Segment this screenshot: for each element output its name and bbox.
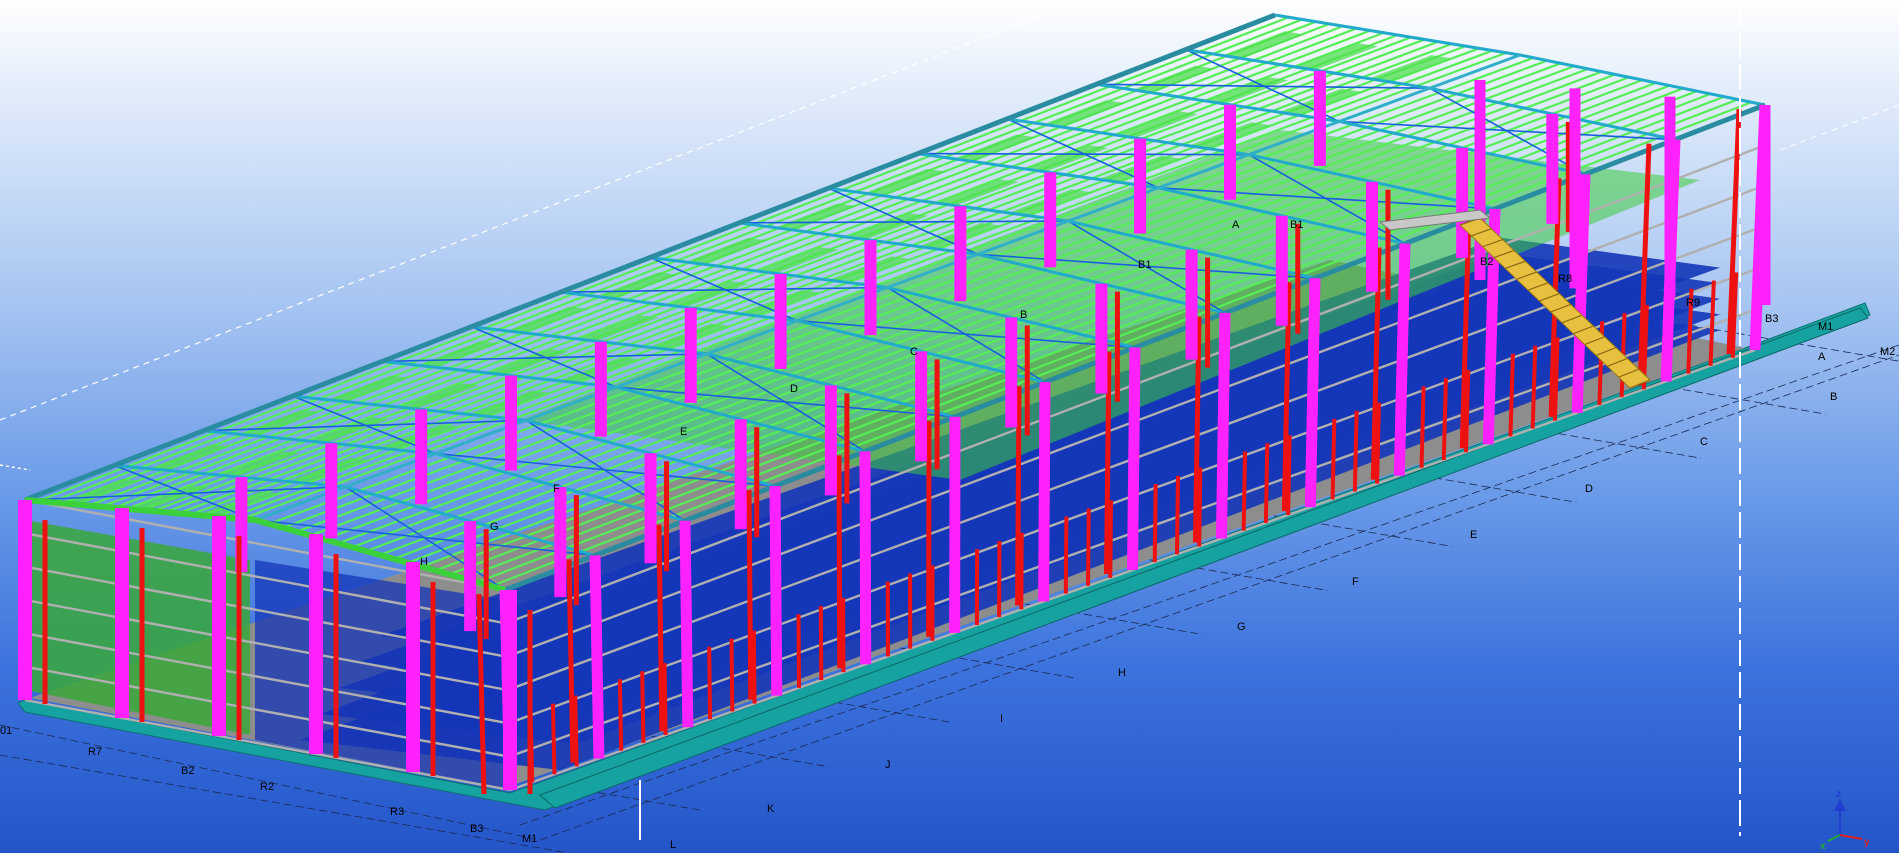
z-axis-label: z bbox=[1836, 789, 1841, 800]
grid-label-c: C bbox=[1700, 436, 1708, 448]
grid-label-b3: B3 bbox=[470, 823, 483, 835]
grid-label-interior: C bbox=[910, 346, 918, 358]
grid-label-interior: D bbox=[790, 383, 798, 395]
grid-label-a: A bbox=[1818, 351, 1826, 363]
wall-post bbox=[1197, 467, 1203, 547]
side-column bbox=[1038, 382, 1051, 602]
wall-post bbox=[1508, 353, 1515, 437]
side-column-flange bbox=[746, 490, 754, 700]
side-column-flange bbox=[836, 455, 843, 669]
wall-post bbox=[1108, 500, 1114, 578]
3d-model-view[interactable]: A B C D E F G H I J K L M1 M2 R7 B2 R2 R3 B3 M1 B1 R8 R9 B2 B3 01… bbox=[0, 0, 1899, 853]
axis-triad[interactable]: z x y bbox=[1820, 789, 1870, 852]
grid-label-h: H bbox=[1118, 667, 1126, 679]
grid-label-r9: R9 bbox=[1686, 297, 1700, 309]
grid-label-interior: H bbox=[420, 556, 428, 568]
grid-label-b2: B2 bbox=[181, 765, 194, 777]
side-column bbox=[1304, 278, 1321, 508]
wall-post bbox=[1419, 386, 1426, 468]
grid-label-r7: R7 bbox=[88, 746, 102, 758]
wall-post bbox=[1263, 443, 1270, 523]
wall-post bbox=[1286, 435, 1292, 516]
model-viewport[interactable]: A B C D E F G H I J K L M1 M2 R7 B2 R2 R3 B3 M1 B1 R8 R9 B2 B3 01… bbox=[0, 0, 1899, 853]
grid-label-l: L bbox=[670, 839, 676, 851]
grid-label-interior: G bbox=[490, 521, 499, 533]
grid-label-frame: 01 bbox=[0, 725, 12, 737]
grid-label-d: D bbox=[1585, 483, 1593, 495]
side-column-flange bbox=[1015, 386, 1022, 606]
y-axis bbox=[1839, 834, 1863, 840]
grid-label-r3: R3 bbox=[390, 806, 404, 818]
side-column-flange bbox=[656, 524, 665, 732]
wall-post bbox=[729, 638, 735, 712]
wall-post bbox=[707, 646, 713, 720]
grid-label-m1: M1 bbox=[522, 833, 537, 845]
wall-post bbox=[640, 671, 646, 743]
wall-post bbox=[1441, 378, 1448, 461]
wall-post bbox=[550, 703, 557, 775]
guide-line bbox=[1779, 104, 1899, 151]
grid-label-j: J bbox=[885, 759, 891, 771]
wall-post bbox=[1241, 451, 1248, 531]
wall-post bbox=[796, 614, 802, 688]
grid-label-g: G bbox=[1237, 621, 1246, 633]
wall-post bbox=[1174, 475, 1181, 555]
grid-label-m1: M1 bbox=[1818, 321, 1833, 333]
wall-post bbox=[1330, 418, 1337, 500]
y-axis-label: y bbox=[1864, 837, 1870, 848]
grid-label-i: I bbox=[1000, 713, 1003, 725]
grid-label-b3: B3 bbox=[1765, 313, 1778, 325]
wall-post bbox=[617, 679, 624, 751]
side-column bbox=[1393, 243, 1411, 476]
grid-label-interior: F bbox=[553, 483, 560, 495]
wall-post bbox=[1063, 516, 1069, 594]
grid-label-e: E bbox=[1470, 529, 1477, 541]
side-column bbox=[589, 555, 605, 759]
grid-label-k: K bbox=[767, 803, 775, 815]
guide-line bbox=[0, 464, 31, 471]
side-column bbox=[1215, 312, 1231, 539]
wall-post bbox=[1530, 345, 1538, 429]
grid-label-m2: M2 bbox=[1880, 346, 1895, 358]
wall-post bbox=[662, 663, 668, 736]
grid-label-b1: B1 bbox=[1290, 219, 1303, 231]
wall-post bbox=[1352, 410, 1359, 492]
side-column bbox=[859, 451, 872, 665]
side-column bbox=[679, 520, 694, 728]
grid-label-interior: E bbox=[680, 426, 687, 438]
wall-post bbox=[573, 695, 579, 767]
x-axis-label: x bbox=[1820, 841, 1826, 852]
wall-post bbox=[751, 630, 757, 704]
grid-label-r2: R2 bbox=[260, 781, 274, 793]
grid-label-r8: R8 bbox=[1558, 273, 1572, 285]
side-column bbox=[1127, 347, 1141, 571]
grid-label-interior: B1 bbox=[1138, 259, 1151, 271]
side-column bbox=[769, 486, 783, 696]
grid-label-f: F bbox=[1352, 576, 1359, 588]
grid-label-interior: B bbox=[1020, 309, 1027, 321]
z-arrow-icon bbox=[1834, 799, 1846, 811]
grid-label-interior: A bbox=[1232, 219, 1240, 231]
grid-label-b2: B2 bbox=[1480, 256, 1493, 268]
wall-post bbox=[1152, 483, 1158, 563]
grid-label-b: B bbox=[1830, 391, 1837, 403]
x-axis bbox=[1827, 834, 1841, 842]
wall-post bbox=[1086, 508, 1091, 586]
